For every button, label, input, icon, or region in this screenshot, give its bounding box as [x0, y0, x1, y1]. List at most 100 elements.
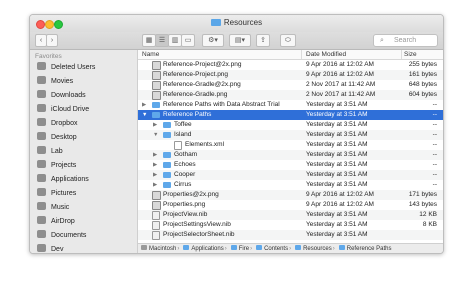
sidebar-item[interactable]: Downloads [37, 90, 86, 102]
file-row[interactable]: ▶ Echoes Yesterday at 3:51 AM -- [138, 160, 443, 170]
share-button[interactable]: ⇪ [256, 34, 270, 47]
sidebar-item[interactable]: AirDrop [37, 216, 75, 228]
search-field[interactable]: ⌕ Search [373, 34, 438, 47]
path-item-label: Contents [264, 246, 289, 252]
file-date: Yesterday at 3:51 AM [306, 171, 368, 178]
sidebar-item[interactable]: Desktop [37, 132, 77, 144]
file-row[interactable]: ▶ Toffee Yesterday at 3:51 AM -- [138, 120, 443, 130]
path-item[interactable]: Applications [180, 244, 224, 253]
sidebar-item-label: Downloads [51, 92, 86, 99]
sidebar-item[interactable]: Documents [37, 230, 86, 242]
path-item[interactable]: Reference Paths [336, 244, 391, 253]
file-row[interactable]: ▶ Gotham Yesterday at 3:51 AM -- [138, 150, 443, 160]
file-row[interactable]: Reference-Gradle@2x.png 2 Nov 2017 at 11:… [138, 80, 443, 90]
sidebar-item-label: Applications [51, 176, 89, 183]
window-title-text: Resources [223, 18, 263, 27]
sidebar-item[interactable]: Dropbox [37, 118, 77, 130]
arrange-icon: ▤▾ [234, 37, 246, 44]
action-gear-button[interactable]: ⚙▾ [202, 34, 224, 47]
size-column-header[interactable]: Size [404, 51, 417, 58]
file-row[interactable]: ▶ Reference Paths with Data Abstract Tria… [138, 100, 443, 110]
sidebar-item-label: Documents [51, 232, 87, 239]
path-separator-icon: › [250, 246, 253, 252]
name-column-header[interactable]: Name [142, 51, 159, 58]
title-bar[interactable]: Resources [30, 15, 443, 32]
list-view-button[interactable]: ☰ [155, 34, 169, 47]
sidebar-item[interactable]: Deleted Users [37, 62, 95, 74]
file-date: Yesterday at 3:51 AM [306, 151, 368, 158]
disclosure-collapsed-icon[interactable]: ▶ [153, 120, 157, 130]
file-row[interactable]: ProjectView.nib Yesterday at 3:51 AM 12 KB [138, 210, 443, 220]
disclosure-collapsed-icon[interactable]: ▶ [142, 100, 146, 110]
folder-icon [338, 245, 345, 250]
file-row[interactable]: Reference-Project.png 9 Apr 2016 at 12:02… [138, 70, 443, 80]
sidebar-item[interactable]: Applications [37, 174, 89, 186]
disclosure-collapsed-icon[interactable]: ▶ [153, 180, 157, 190]
file-name: Gotham [174, 151, 198, 158]
file-size: -- [432, 141, 437, 148]
disclosure-collapsed-icon[interactable]: ▶ [153, 170, 157, 180]
file-name: Reference Paths [163, 111, 212, 118]
search-placeholder: Search [394, 37, 417, 44]
sidebar-item[interactable]: Projects [37, 160, 76, 172]
file-row[interactable]: Elements.xml Yesterday at 3:51 AM -- [138, 140, 443, 150]
sidebar-item[interactable]: Movies [37, 76, 73, 88]
music-icon [37, 202, 46, 210]
nib-file-icon [152, 231, 160, 240]
file-size: -- [432, 181, 437, 188]
toolbar: ‹ › ▦ ☰ ▥ ▭ ⚙▾ ▤▾ ⇪ ⬭ ⌕ Search [30, 32, 443, 50]
file-row[interactable]: ProjectSelectorSheet.nib Yesterday at 3:5… [138, 230, 443, 240]
disclosure-collapsed-icon[interactable]: ▶ [153, 150, 157, 160]
cover-flow-button[interactable]: ▭ [181, 34, 195, 47]
file-row[interactable]: ▶ Cirrus Yesterday at 3:51 AM -- [138, 180, 443, 190]
file-size: 648 bytes [408, 81, 437, 88]
forward-button[interactable]: › [46, 34, 58, 47]
column-view-button[interactable]: ▥ [168, 34, 182, 47]
file-row[interactable]: ▶ Cooper Yesterday at 3:51 AM -- [138, 170, 443, 180]
file-row[interactable]: Reference-Project@2x.png 9 Apr 2016 at 12… [138, 60, 443, 70]
path-item[interactable]: Contents [253, 244, 289, 253]
file-row[interactable]: ProjectSettingsView.nib Yesterday at 3:51… [138, 220, 443, 230]
sidebar-item[interactable]: Music [37, 202, 69, 214]
file-row[interactable]: Properties.png 9 Apr 2016 at 12:02 AM 143 … [138, 200, 443, 210]
path-item[interactable]: Resources [292, 244, 332, 253]
file-size: -- [432, 161, 437, 168]
path-item[interactable]: Fire [228, 244, 249, 253]
path-item[interactable]: Macintosh [138, 244, 177, 253]
disclosure-collapsed-icon[interactable]: ▶ [153, 160, 157, 170]
sidebar-item[interactable]: iCloud Drive [37, 104, 89, 116]
folder-icon [37, 62, 46, 70]
file-size: 171 bytes [408, 191, 437, 198]
file-size: 604 bytes [408, 91, 437, 98]
path-item-label: Macintosh [149, 246, 177, 252]
file-row[interactable]: Reference-Gradle.png 2 Nov 2017 at 11:42 … [138, 90, 443, 100]
share-icon: ⇪ [260, 37, 266, 44]
disclosure-expanded-icon[interactable]: ▼ [142, 110, 147, 120]
file-size: -- [432, 121, 437, 128]
file-date: Yesterday at 3:51 AM [306, 181, 368, 188]
file-row[interactable]: Properties@2x.png 9 Apr 2016 at 12:02 AM 1… [138, 190, 443, 200]
sidebar-item[interactable]: Dev [37, 244, 63, 253]
disk-icon [141, 245, 147, 250]
file-list: Reference-Project@2x.png 9 Apr 2016 at 12… [138, 60, 443, 243]
file-name: ProjectView.nib [163, 211, 208, 218]
file-size: 143 bytes [408, 201, 437, 208]
sidebar-item[interactable]: Pictures [37, 188, 76, 200]
file-row[interactable]: ▼ Reference Paths Yesterday at 3:51 AM -- [138, 110, 443, 120]
file-row[interactable]: ▼ Island Yesterday at 3:51 AM -- [138, 130, 443, 140]
arrange-button[interactable]: ▤▾ [229, 34, 251, 47]
folder-icon [163, 132, 171, 138]
file-size: -- [432, 131, 437, 138]
folder-icon [163, 122, 171, 128]
sidebar-item[interactable]: Lab [37, 146, 63, 158]
file-date: Yesterday at 3:51 AM [306, 161, 368, 168]
date-column-header[interactable]: Date Modified [306, 51, 346, 58]
file-date: Yesterday at 3:51 AM [306, 231, 368, 238]
tags-button[interactable]: ⬭ [280, 34, 296, 47]
file-date: Yesterday at 3:51 AM [306, 111, 368, 118]
disclosure-expanded-icon[interactable]: ▼ [153, 130, 158, 140]
file-date: 2 Nov 2017 at 11:42 AM [306, 81, 376, 88]
folder-icon [152, 112, 160, 118]
folder-icon [230, 245, 237, 250]
icon-view-button[interactable]: ▦ [142, 34, 156, 47]
